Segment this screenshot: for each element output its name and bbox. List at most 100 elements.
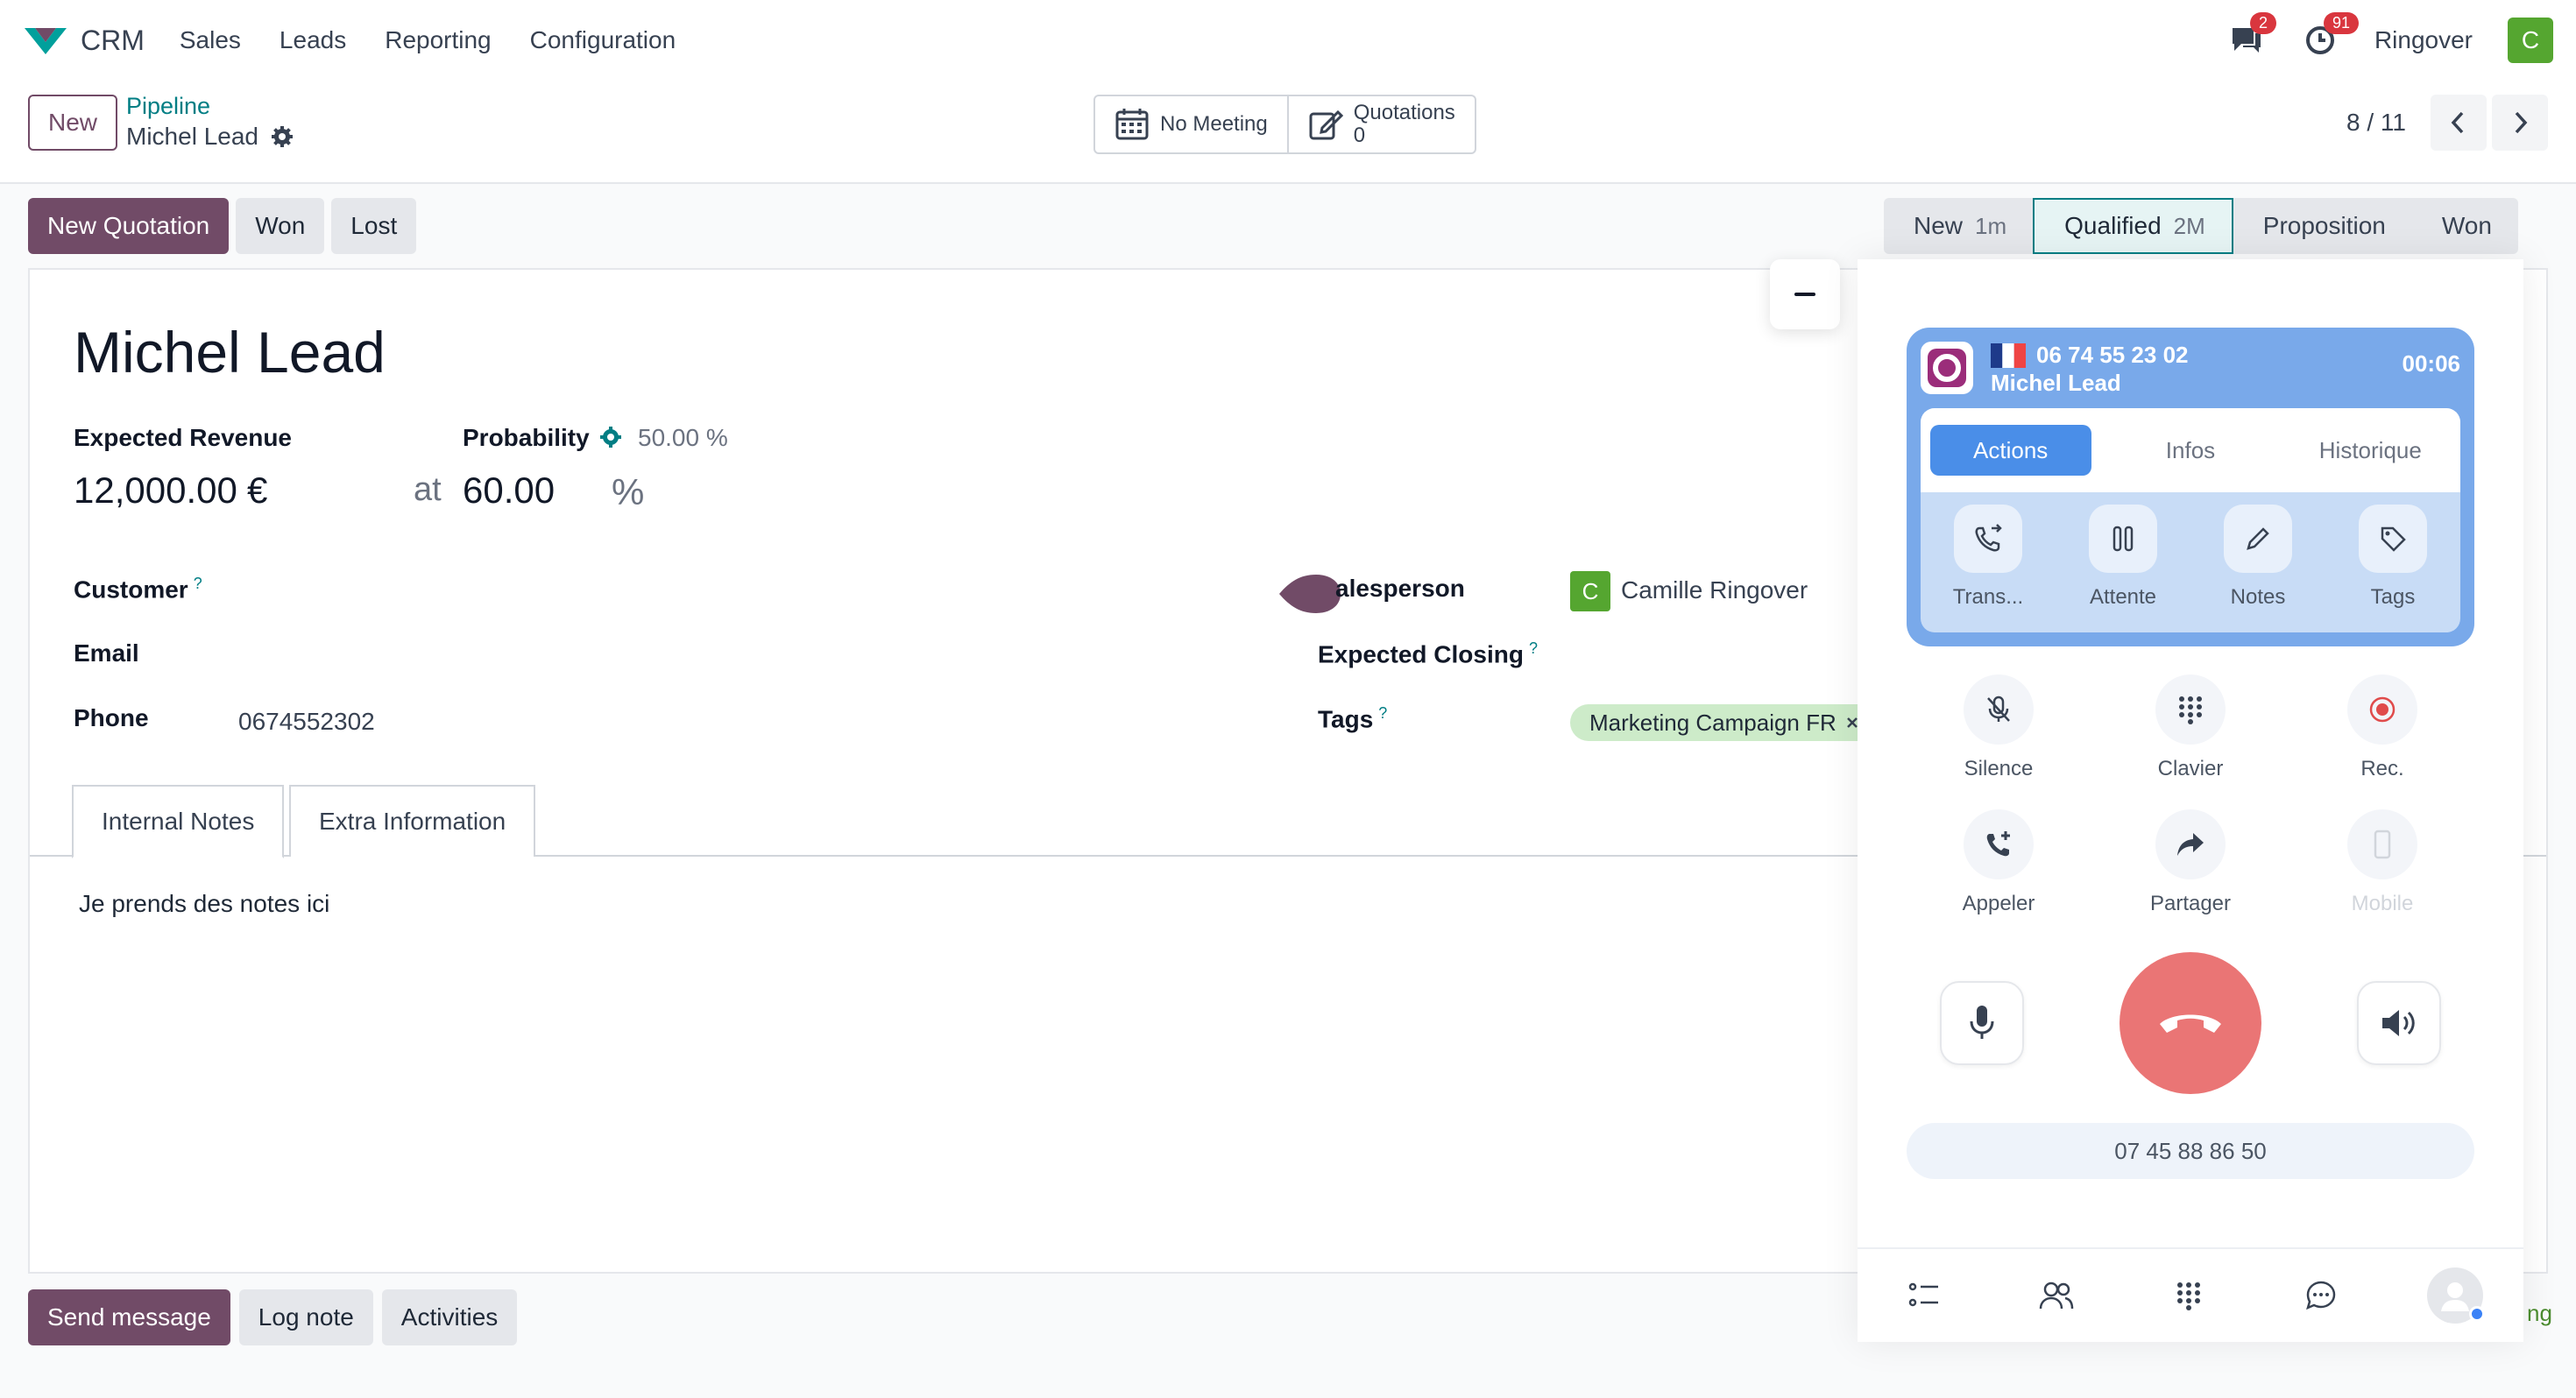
expected-revenue-label: Expected Revenue (74, 424, 292, 451)
mute-label: Silence (1964, 757, 2034, 780)
call-list-icon[interactable] (1898, 1269, 1950, 1322)
currency-symbol: € (247, 470, 268, 511)
outgoing-number-selector[interactable]: 07 45 88 86 50 (1907, 1123, 2474, 1179)
chevron-right-icon (2515, 111, 2528, 134)
log-note-button[interactable]: Log note (238, 1289, 373, 1345)
keypad-control[interactable]: Clavier (2098, 674, 2282, 781)
hang-up-button[interactable] (2120, 952, 2261, 1094)
user-profile-avatar[interactable] (2427, 1267, 2486, 1324)
mobile-phone-icon (2347, 809, 2417, 879)
record-control[interactable]: Rec. (2290, 674, 2474, 781)
chatter-toolbar: Send message Log note Activities (28, 1289, 518, 1345)
new-record-button[interactable]: New (28, 95, 117, 151)
tab-extra-information[interactable]: Extra Information (289, 785, 536, 857)
tags-action[interactable]: Tags (2332, 505, 2454, 610)
help-tooltip-icon[interactable]: ? (194, 575, 202, 592)
stage-proposition[interactable]: Proposition (2233, 198, 2412, 254)
pager-next-button[interactable] (2492, 95, 2548, 151)
phone-input[interactable]: 0674552302 (238, 708, 375, 736)
call-number-text: 06 74 55 23 02 (2036, 342, 2189, 368)
stage-new[interactable]: New 1m (1884, 198, 2034, 254)
menu-configuration[interactable]: Configuration (530, 26, 676, 54)
pencil-icon (2224, 505, 2292, 573)
send-message-button[interactable]: Send message (28, 1289, 230, 1345)
speaker-button[interactable] (2357, 981, 2441, 1065)
minimize-widget-button[interactable] (1770, 259, 1840, 329)
tags-label: Tags (2370, 585, 2416, 609)
mute-control[interactable]: Silence (1907, 674, 2091, 781)
breadcrumb-pipeline[interactable]: Pipeline (126, 93, 210, 120)
transfer-action[interactable]: Trans... (1927, 505, 2049, 610)
expected-revenue-input[interactable]: 12,000.00 (74, 470, 237, 512)
phone-plus-icon (1964, 809, 2034, 879)
chat-icon[interactable] (2295, 1269, 2347, 1322)
user-silhouette-icon (2441, 1282, 2470, 1311)
user-avatar[interactable]: C (2508, 18, 2553, 63)
hold-label: Attente (2089, 585, 2157, 609)
stage-won[interactable]: Won (2411, 198, 2518, 254)
expected-closing-label: Expected Closing? (1318, 639, 1538, 668)
pause-icon (2089, 505, 2157, 573)
smart-buttons: No Meeting Quotations 0 (1093, 95, 1476, 154)
tab-historique[interactable]: Historique (2289, 425, 2451, 476)
tab-internal-notes[interactable]: Internal Notes (72, 785, 285, 858)
activities-button[interactable]: Activities (381, 1289, 518, 1345)
gear-icon[interactable] (599, 426, 622, 448)
menu-reporting[interactable]: Reporting (385, 26, 491, 54)
microphone-button[interactable] (1940, 981, 2024, 1065)
messages-button[interactable]: 2 (2227, 12, 2276, 60)
add-call-control[interactable]: Appeler (1907, 809, 2091, 916)
activities-button[interactable]: 91 (2301, 12, 2359, 60)
add-call-label: Appeler (1962, 892, 2035, 915)
customer-label-text: Customer (74, 575, 188, 604)
meeting-smart-button[interactable]: No Meeting (1095, 96, 1287, 152)
quotations-label: Quotations (1353, 101, 1455, 124)
new-quotation-button[interactable]: New Quotation (28, 198, 230, 254)
salesperson-label: alesperson (1335, 575, 1465, 602)
tag-chip[interactable]: Marketing Campaign FR (1570, 704, 1879, 741)
internal-notes-editor[interactable]: Je prends des notes ici (79, 890, 329, 918)
stage-won-label: Won (2441, 212, 2492, 239)
tab-infos[interactable]: Infos (2110, 425, 2271, 476)
meeting-label: No Meeting (1160, 112, 1268, 136)
lead-title[interactable]: Michel Lead (74, 319, 386, 385)
notes-action[interactable]: Notes (2197, 505, 2319, 610)
minus-icon (1794, 293, 1815, 296)
at-label: at (414, 471, 442, 508)
pager-previous-button[interactable] (2431, 95, 2487, 151)
gear-icon[interactable] (271, 125, 294, 148)
mic-off-icon (1964, 674, 2034, 745)
company-switcher[interactable]: Ringover (2374, 26, 2473, 54)
tab-actions[interactable]: Actions (1929, 425, 2091, 476)
probability-input[interactable]: 60.00 (463, 470, 555, 512)
quotations-count: 0 (1353, 124, 1366, 147)
speaker-icon (2382, 1010, 2415, 1036)
cursor-blob-icon (1279, 575, 1341, 613)
hang-up-icon (2160, 1014, 2221, 1033)
app-name: CRM (81, 24, 145, 56)
contacts-icon[interactable] (2030, 1269, 2083, 1322)
menu-sales[interactable]: Sales (180, 26, 241, 54)
salesperson-field[interactable]: Camille Ringover (1621, 576, 1808, 604)
share-control[interactable]: Partager (2098, 809, 2282, 916)
dialpad-icon[interactable] (2162, 1269, 2215, 1322)
edit-document-icon (1309, 109, 1343, 140)
call-tabs: Actions Infos Historique (1921, 408, 2460, 492)
help-tooltip-icon[interactable]: ? (1529, 639, 1538, 657)
help-tooltip-icon[interactable]: ? (1378, 704, 1387, 722)
mark-lost-button[interactable]: Lost (331, 198, 417, 254)
quotations-smart-button[interactable]: Quotations 0 (1286, 96, 1475, 152)
chevron-left-icon (2451, 111, 2464, 134)
hold-action[interactable]: Attente (2062, 505, 2184, 610)
control-panel: New Pipeline Michel Lead No Meeting Quot… (0, 81, 2576, 184)
stage-qualified[interactable]: Qualified 2M (2033, 198, 2233, 254)
pager-value[interactable]: 8 / 11 (2346, 109, 2406, 137)
tag-label: Marketing Campaign FR (1589, 709, 1836, 736)
menu-leads[interactable]: Leads (280, 26, 346, 54)
call-actions: Trans... Attente Notes Tags (1921, 505, 2460, 610)
microphone-icon (1970, 1006, 1994, 1039)
salesperson-avatar: C (1570, 571, 1610, 611)
percent-symbol: % (612, 471, 645, 512)
mark-won-button[interactable]: Won (236, 198, 325, 254)
app-brand[interactable]: CRM (23, 23, 145, 58)
